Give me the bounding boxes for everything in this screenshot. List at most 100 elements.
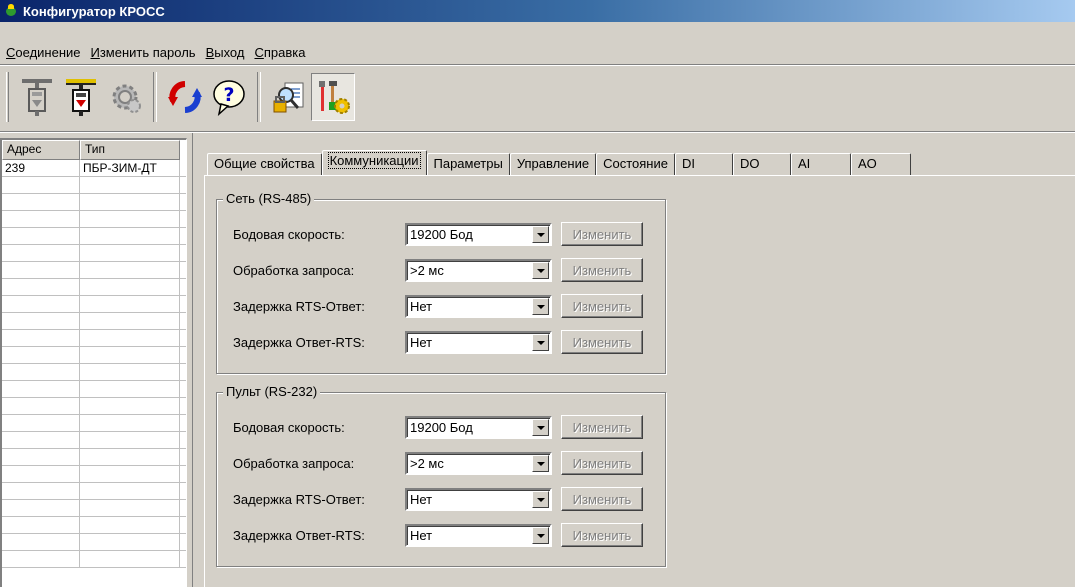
tab-status[interactable]: Состояние (596, 153, 675, 175)
rts-response-delay-select[interactable]: Нет (405, 294, 552, 318)
tab-ai[interactable]: AI (790, 153, 851, 175)
change-button[interactable]: Изменить (561, 415, 643, 439)
tools-config-icon (319, 81, 350, 114)
disconnect-device-icon (66, 79, 96, 116)
column-header-type[interactable]: Тип (80, 140, 180, 160)
toolbar-separator (153, 72, 157, 122)
tab-strip: Общие свойства Коммуникации Параметры Уп… (207, 150, 911, 175)
baud-rate-select[interactable]: 19200 Бод (405, 222, 552, 246)
connect-device-button[interactable] (15, 73, 59, 121)
tab-parameters[interactable]: Параметры (426, 153, 510, 175)
group-network-rs485: Сеть (RS-485) Бодовая скорость: 19200 Бо… (216, 191, 666, 374)
setting-row: Бодовая скорость: 19200 Бод Изменить (233, 415, 643, 439)
toolbar-border (0, 131, 1075, 133)
tab-control[interactable]: Управление (509, 153, 597, 175)
baud-rate-select[interactable]: 19200 Бод (405, 415, 552, 439)
setting-label: Задержка Ответ-RTS: (233, 527, 365, 543)
toolbar-separator (257, 72, 261, 122)
setting-label: Бодовая скорость: (233, 419, 345, 435)
setting-label: Обработка запроса: (233, 262, 355, 278)
refresh-icon (168, 81, 202, 113)
change-button[interactable]: Изменить (561, 258, 643, 282)
inspect-button[interactable] (267, 73, 311, 121)
request-processing-select[interactable]: >2 мс (405, 258, 552, 282)
empty-row (2, 245, 186, 262)
tab-do[interactable]: DO (732, 153, 791, 175)
empty-row (2, 279, 186, 296)
menu-change-password[interactable]: Изменить пароль (91, 45, 196, 60)
menu-exit[interactable]: Выход (206, 45, 245, 60)
response-rts-delay-select[interactable]: Нет (405, 330, 552, 354)
group-title: Пульт (RS-232) (223, 384, 321, 399)
menu-help[interactable]: Справка (254, 45, 305, 60)
chevron-down-icon[interactable] (532, 225, 549, 243)
device-row[interactable]: 239 ПБР-ЗИМ-ДТ (2, 160, 186, 177)
splitter[interactable] (188, 133, 193, 587)
empty-row (2, 228, 186, 245)
setting-row: Задержка Ответ-RTS: Нет Изменить (233, 330, 643, 354)
setting-row: Обработка запроса: >2 мс Изменить (233, 451, 643, 475)
setting-row: Задержка RTS-Ответ: Нет Изменить (233, 294, 643, 318)
tools-config-button[interactable] (311, 73, 355, 121)
connect-device-icon (22, 79, 52, 116)
chevron-down-icon[interactable] (532, 418, 549, 436)
window-title: Конфигуратор КРОСС (23, 3, 165, 19)
change-button[interactable]: Изменить (561, 222, 643, 246)
change-button[interactable]: Изменить (561, 523, 643, 547)
empty-row (2, 177, 186, 194)
title-bar[interactable]: Конфигуратор КРОСС (0, 0, 1075, 22)
column-header-address[interactable]: Адрес (2, 140, 80, 160)
empty-row (2, 500, 186, 517)
empty-row (2, 432, 186, 449)
menu-separator (0, 64, 1075, 66)
tab-di[interactable]: DI (674, 153, 733, 175)
device-list[interactable]: Адрес Тип 239 ПБР-ЗИМ-ДТ (0, 138, 187, 587)
change-button[interactable]: Изменить (561, 451, 643, 475)
menu-connection[interactable]: Соединение (6, 45, 81, 60)
tab-communications[interactable]: Коммуникации (321, 150, 427, 175)
group-remote-rs232: Пульт (RS-232) Бодовая скорость: 19200 Б… (216, 384, 666, 567)
tab-ao[interactable]: AO (850, 153, 911, 175)
change-button[interactable]: Изменить (561, 487, 643, 511)
menu-bar: Соединение Изменить пароль Выход Справка (0, 42, 315, 62)
help-button[interactable]: ? (207, 73, 251, 121)
empty-row (2, 534, 186, 551)
chevron-down-icon[interactable] (532, 261, 549, 279)
empty-row (2, 381, 186, 398)
empty-rows (2, 177, 186, 568)
chevron-down-icon[interactable] (532, 454, 549, 472)
setting-label: Задержка RTS-Ответ: (233, 298, 365, 314)
chevron-down-icon[interactable] (532, 526, 549, 544)
device-list-header: Адрес Тип (2, 140, 186, 160)
chevron-down-icon[interactable] (532, 490, 549, 508)
request-processing-select[interactable]: >2 мс (405, 451, 552, 475)
tab-general[interactable]: Общие свойства (207, 153, 322, 175)
disconnect-device-button[interactable] (59, 73, 103, 121)
chevron-down-icon[interactable] (532, 297, 549, 315)
setting-row: Бодовая скорость: 19200 Бод Изменить (233, 222, 643, 246)
toolbar: ? (6, 68, 355, 126)
svg-text:?: ? (223, 84, 234, 106)
empty-row (2, 262, 186, 279)
refresh-button[interactable] (163, 73, 207, 121)
device-address: 239 (2, 160, 80, 176)
settings-button[interactable] (103, 73, 147, 121)
rts-response-delay-select[interactable]: Нет (405, 487, 552, 511)
empty-row (2, 551, 186, 568)
empty-row (2, 449, 186, 466)
empty-row (2, 364, 186, 381)
chevron-down-icon[interactable] (532, 333, 549, 351)
empty-row (2, 296, 186, 313)
empty-row (2, 466, 186, 483)
search-doc-icon (273, 82, 304, 113)
empty-row (2, 415, 186, 432)
empty-row (2, 517, 186, 534)
toolbar-grip[interactable] (6, 72, 9, 122)
settings-gear-icon (112, 84, 141, 113)
setting-label: Задержка Ответ-RTS: (233, 334, 365, 350)
response-rts-delay-select[interactable]: Нет (405, 523, 552, 547)
empty-row (2, 347, 186, 364)
change-button[interactable]: Изменить (561, 330, 643, 354)
setting-row: Обработка запроса: >2 мс Изменить (233, 258, 643, 282)
change-button[interactable]: Изменить (561, 294, 643, 318)
